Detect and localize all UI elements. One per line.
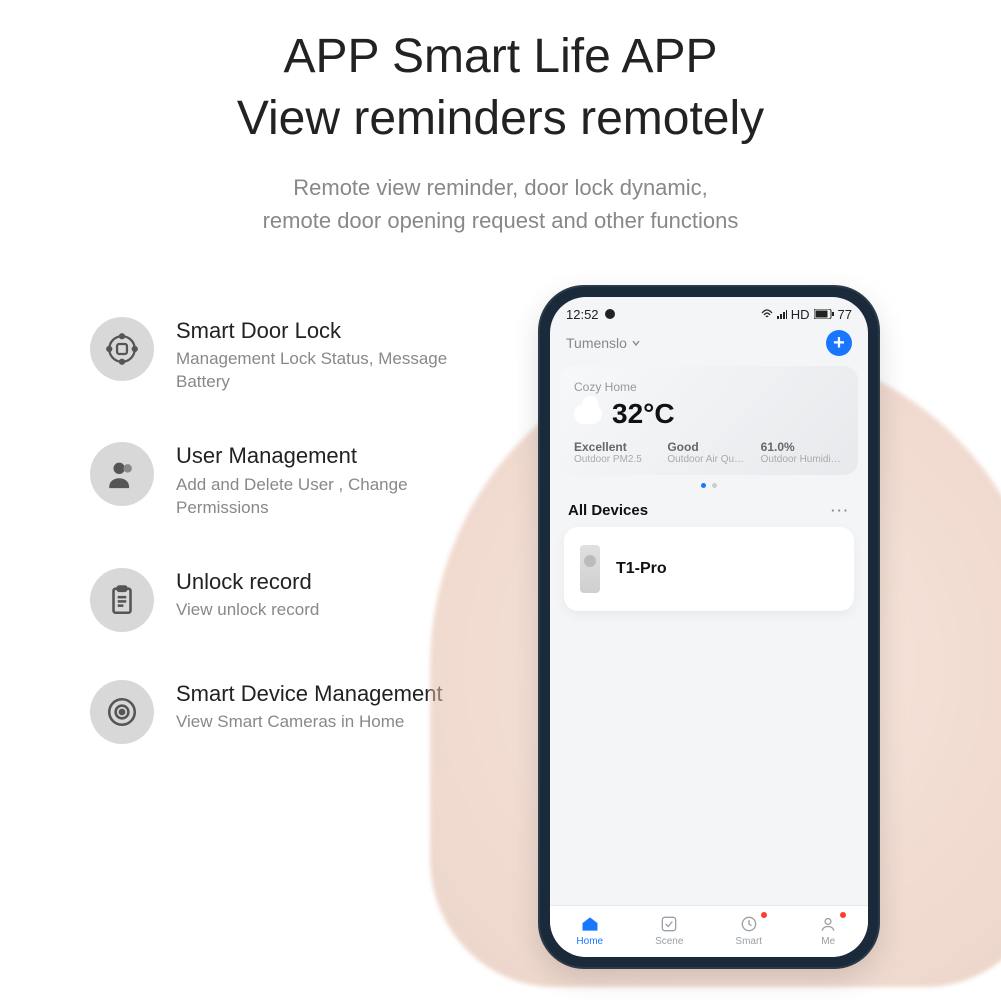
feature-title: Smart Device Management bbox=[176, 680, 443, 708]
status-unread-icon bbox=[605, 309, 615, 319]
tab-smart[interactable]: Smart bbox=[709, 914, 789, 947]
subheadline: Remote view reminder, door lock dynamic,… bbox=[0, 171, 1001, 237]
section-title: All Devices bbox=[568, 502, 648, 519]
status-battery: 77 bbox=[838, 307, 852, 322]
more-button[interactable]: ··· bbox=[831, 503, 850, 518]
feature-list: Smart Door Lock Management Lock Status, … bbox=[90, 287, 460, 792]
tab-bar: Home Scene Smart Me bbox=[550, 905, 868, 957]
cloud-icon bbox=[574, 404, 602, 424]
tab-scene[interactable]: Scene bbox=[630, 914, 710, 947]
weather-temp: 32°C bbox=[612, 398, 675, 430]
phone-frame: 12:52 HD 77 Tumenslo bbox=[540, 287, 878, 967]
stat-label: Outdoor Air Qu… bbox=[667, 454, 750, 465]
stat-value: 61.0% bbox=[761, 440, 844, 454]
headline-line2: View reminders remotely bbox=[0, 88, 1001, 150]
badge-dot bbox=[840, 912, 846, 918]
device-card[interactable]: T1-Pro bbox=[564, 527, 854, 611]
tab-label: Smart bbox=[735, 936, 762, 947]
status-hd: HD bbox=[791, 307, 810, 322]
feature-smart-door-lock: Smart Door Lock Management Lock Status, … bbox=[90, 317, 460, 394]
home-icon bbox=[580, 914, 600, 934]
stat-value: Good bbox=[667, 440, 750, 454]
tab-label: Scene bbox=[655, 936, 683, 947]
device-name: T1-Pro bbox=[616, 560, 667, 578]
weather-stat-humid: 61.0% Outdoor Humidi… bbox=[761, 440, 844, 465]
target-icon bbox=[90, 680, 154, 744]
device-thumb-icon bbox=[580, 545, 600, 593]
tab-label: Me bbox=[821, 936, 835, 947]
feature-title: Unlock record bbox=[176, 568, 319, 596]
badge-dot bbox=[761, 912, 767, 918]
user-icon bbox=[90, 442, 154, 506]
scene-icon bbox=[659, 914, 679, 934]
feature-desc: Add and Delete User , Change Permissions bbox=[176, 474, 460, 520]
tab-home[interactable]: Home bbox=[550, 914, 630, 947]
feature-desc: Management Lock Status, Message Battery bbox=[176, 348, 460, 394]
feature-desc: View unlock record bbox=[176, 599, 319, 622]
stat-label: Outdoor PM2.5 bbox=[574, 454, 657, 465]
feature-smart-device-management: Smart Device Management View Smart Camer… bbox=[90, 680, 460, 744]
add-device-button[interactable]: + bbox=[826, 330, 852, 356]
person-icon bbox=[818, 914, 838, 934]
tab-label: Home bbox=[576, 936, 603, 947]
wifi-icon bbox=[761, 309, 773, 319]
weather-card[interactable]: Cozy Home 32°C Excellent Outdoor PM2.5 G… bbox=[560, 366, 858, 475]
phone-in-hand: 12:52 HD 77 Tumenslo bbox=[460, 287, 961, 987]
location-dropdown[interactable]: Tumenslo bbox=[566, 335, 641, 351]
weather-stat-airq: Good Outdoor Air Qu… bbox=[667, 440, 750, 465]
stat-label: Outdoor Humidi… bbox=[761, 454, 844, 465]
dot bbox=[712, 483, 717, 488]
app-header: Tumenslo + bbox=[550, 326, 868, 366]
tab-me[interactable]: Me bbox=[789, 914, 869, 947]
headline: APP Smart Life APP View reminders remote… bbox=[0, 0, 1001, 151]
feature-title: User Management bbox=[176, 442, 460, 470]
app-screen: 12:52 HD 77 Tumenslo bbox=[550, 297, 868, 957]
status-bar: 12:52 HD 77 bbox=[550, 297, 868, 326]
weather-stat-pm25: Excellent Outdoor PM2.5 bbox=[574, 440, 657, 465]
smart-icon bbox=[739, 914, 759, 934]
stat-value: Excellent bbox=[574, 440, 657, 454]
battery-icon bbox=[814, 309, 834, 319]
location-name: Tumenslo bbox=[566, 335, 627, 351]
feature-unlock-record: Unlock record View unlock record bbox=[90, 568, 460, 632]
sub-line1: Remote view reminder, door lock dynamic, bbox=[0, 171, 1001, 204]
lock-hub-icon bbox=[90, 317, 154, 381]
feature-desc: View Smart Cameras in Home bbox=[176, 711, 443, 734]
devices-section-head: All Devices ··· bbox=[550, 496, 868, 527]
feature-user-management: User Management Add and Delete User , Ch… bbox=[90, 442, 460, 519]
status-time: 12:52 bbox=[566, 307, 599, 322]
clipboard-icon bbox=[90, 568, 154, 632]
feature-title: Smart Door Lock bbox=[176, 317, 460, 345]
page-dots bbox=[550, 475, 868, 496]
weather-home-label: Cozy Home bbox=[574, 380, 844, 394]
chevron-down-icon bbox=[631, 338, 641, 348]
dot-active bbox=[701, 483, 706, 488]
sub-line2: remote door opening request and other fu… bbox=[0, 204, 1001, 237]
headline-line1: APP Smart Life APP bbox=[0, 26, 1001, 88]
signal-icon bbox=[777, 309, 787, 319]
